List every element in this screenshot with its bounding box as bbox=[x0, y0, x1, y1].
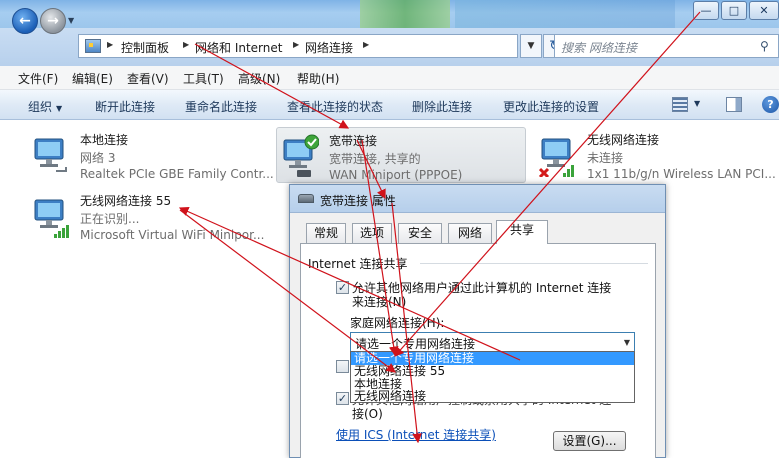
menu-edit[interactable]: 编辑(E) bbox=[72, 70, 113, 87]
breadcrumb-chevron-icon[interactable]: ▶ bbox=[363, 40, 369, 49]
tab-security[interactable]: 安全 bbox=[398, 223, 442, 243]
dropdown-option[interactable]: 请选一个专用网络连接 bbox=[351, 352, 634, 365]
connection-status: 未连接 bbox=[587, 151, 624, 165]
delete-connection-button[interactable]: 删除此连接 bbox=[412, 98, 472, 115]
home-network-value: 请选一个专用网络连接 bbox=[355, 337, 476, 351]
tab-networking[interactable]: 网络 bbox=[448, 223, 492, 243]
breadcrumb-control-panel[interactable]: 控制面板 bbox=[121, 39, 169, 56]
chevron-down-icon: ▼ bbox=[527, 41, 535, 51]
breadcrumb-chevron-icon[interactable]: ▶ bbox=[107, 40, 113, 49]
wired-network-icon bbox=[34, 138, 67, 172]
home-network-dropdown-list: 请选一个专用网络连接 无线网络连接 55 本地连接 无线网络连接 bbox=[350, 351, 635, 403]
virtual-wifi-icon bbox=[34, 199, 69, 238]
breadcrumb-chevron-icon[interactable]: ▶ bbox=[293, 40, 299, 49]
allow-control-label-cont: 接(O) bbox=[352, 407, 383, 421]
settings-button[interactable]: 设置(G)... bbox=[553, 431, 626, 451]
back-button[interactable]: ← bbox=[12, 8, 38, 34]
preview-pane-icon[interactable] bbox=[726, 97, 742, 112]
menu-bar: 文件(F) 编辑(E) 查看(V) 工具(T) 高级(N) 帮助(H) bbox=[0, 66, 779, 90]
dropdown-option[interactable]: 无线网络连接 55 bbox=[351, 365, 634, 378]
connection-wireless[interactable]: 无线网络连接 未连接 1x1 11b/g/n Wireless LAN PCI.… bbox=[535, 127, 779, 183]
command-bar: 组织 ▼ 断开此连接 重命名此连接 查看此连接的状态 删除此连接 更改此连接的设置… bbox=[0, 90, 779, 120]
menu-tools[interactable]: 工具(T) bbox=[183, 70, 224, 87]
connection-name: 宽带连接 bbox=[329, 134, 378, 148]
address-bar[interactable]: ▶ 控制面板 ▶ 网络和 Internet ▶ 网络连接 ▶ bbox=[78, 34, 518, 58]
chevron-down-icon: ▼ bbox=[623, 338, 630, 347]
broadband-properties-dialog: 宽带连接 属性 常规 选项 安全 网络 共享 Internet 连接共享 ✓ 允… bbox=[289, 184, 666, 458]
menu-help[interactable]: 帮助(H) bbox=[297, 70, 339, 87]
connection-virtual-wifi[interactable]: 无线网络连接 55 正在识别... Microsoft Virtual WiFi… bbox=[28, 188, 278, 244]
change-view-icon[interactable] bbox=[672, 97, 688, 112]
dialog-title: 宽带连接 属性 bbox=[320, 194, 396, 208]
connection-device: Realtek PCIe GBE Family Contr... bbox=[80, 167, 274, 181]
minimize-button[interactable]: — bbox=[693, 1, 719, 20]
forward-button[interactable]: → bbox=[40, 8, 66, 34]
connection-device: 1x1 11b/g/n Wireless LAN PCI... bbox=[587, 167, 776, 181]
breadcrumb-network-internet[interactable]: 网络和 Internet bbox=[195, 39, 282, 56]
connection-status: 正在识别... bbox=[80, 212, 140, 226]
connection-local-area[interactable]: 本地连接 网络 3 Realtek PCIe GBE Family Contr.… bbox=[28, 127, 278, 183]
ics-group-label: Internet 连接共享 bbox=[308, 257, 408, 271]
connection-status: 宽带连接, 共享的 bbox=[329, 152, 421, 166]
recent-pages-chevron-down-icon[interactable]: ▼ bbox=[68, 16, 74, 25]
background-blur bbox=[360, 0, 450, 28]
network-connections-window: — □ ✕ ← → ▼ ▶ 控制面板 ▶ 网络和 Internet ▶ 网络连接… bbox=[0, 0, 779, 458]
help-icon[interactable]: ? bbox=[762, 96, 779, 113]
connection-device: WAN Miniport (PPPOE) bbox=[329, 168, 463, 182]
ics-help-link[interactable]: 使用 ICS (Internet 连接共享) bbox=[336, 426, 496, 443]
dropdown-option[interactable]: 无线网络连接 bbox=[351, 390, 634, 403]
wireless-network-icon bbox=[539, 138, 574, 177]
allow-sharing-checkbox[interactable]: ✓ bbox=[336, 281, 349, 294]
maximize-icon: □ bbox=[728, 4, 740, 17]
broadband-connection-icon bbox=[283, 134, 319, 177]
breadcrumb-chevron-icon[interactable]: ▶ bbox=[183, 40, 189, 49]
back-arrow-icon: ← bbox=[19, 13, 31, 29]
search-input[interactable]: 搜索 网络连接 ⚲ bbox=[554, 34, 779, 58]
connection-device: Microsoft Virtual WiFi Minipor... bbox=[80, 228, 265, 242]
chevron-down-icon: ▼ bbox=[56, 104, 63, 113]
menu-advanced[interactable]: 高级(N) bbox=[238, 70, 280, 87]
connection-broadband[interactable]: 宽带连接 宽带连接, 共享的 WAN Miniport (PPPOE) bbox=[276, 127, 526, 183]
organize-label: 组织 bbox=[28, 100, 53, 114]
connection-name: 本地连接 bbox=[80, 133, 129, 147]
disconnect-button[interactable]: 断开此连接 bbox=[95, 98, 155, 115]
breadcrumb-network-connections[interactable]: 网络连接 bbox=[305, 39, 353, 56]
connection-name: 无线网络连接 bbox=[587, 133, 660, 147]
tab-sharing[interactable]: 共享 bbox=[496, 220, 548, 244]
search-placeholder: 搜索 网络连接 bbox=[561, 41, 637, 55]
allow-control-checkbox-2[interactable]: ✓ bbox=[336, 392, 349, 405]
checkmark-icon: ✓ bbox=[337, 281, 348, 294]
view-options-chevron-down-icon[interactable]: ▼ bbox=[694, 99, 700, 108]
search-icon[interactable]: ⚲ bbox=[760, 39, 769, 53]
title-bar: — □ ✕ bbox=[0, 0, 779, 28]
close-icon: ✕ bbox=[759, 4, 769, 17]
connection-status: 网络 3 bbox=[80, 151, 116, 165]
menu-view[interactable]: 查看(V) bbox=[127, 70, 169, 87]
background-blur bbox=[455, 0, 675, 28]
address-history-dropdown[interactable]: ▼ bbox=[520, 34, 542, 58]
allow-sharing-label-cont: 来连接(N) bbox=[352, 295, 407, 309]
close-button[interactable]: ✕ bbox=[749, 1, 779, 20]
change-settings-button[interactable]: 更改此连接的设置 bbox=[503, 98, 599, 115]
organize-button[interactable]: 组织 ▼ bbox=[28, 98, 62, 115]
forward-arrow-icon: → bbox=[47, 13, 59, 29]
view-status-button[interactable]: 查看此连接的状态 bbox=[287, 98, 383, 115]
allow-control-checkbox[interactable] bbox=[336, 360, 349, 373]
menu-file[interactable]: 文件(F) bbox=[18, 70, 58, 87]
modem-icon bbox=[298, 194, 314, 203]
home-network-label: 家庭网络连接(H): bbox=[350, 316, 445, 330]
connection-name: 无线网络连接 55 bbox=[80, 194, 172, 208]
minimize-icon: — bbox=[700, 4, 712, 17]
checkmark-icon: ✓ bbox=[337, 392, 348, 405]
control-panel-icon bbox=[85, 39, 101, 53]
tab-general[interactable]: 常规 bbox=[306, 223, 346, 243]
group-divider bbox=[420, 263, 648, 264]
tab-options[interactable]: 选项 bbox=[352, 223, 392, 243]
home-network-select[interactable]: 请选一个专用网络连接 ▼ bbox=[350, 332, 635, 352]
dialog-title-bar[interactable]: 宽带连接 属性 bbox=[290, 185, 665, 213]
rename-button[interactable]: 重命名此连接 bbox=[185, 98, 257, 115]
maximize-button[interactable]: □ bbox=[721, 1, 747, 20]
